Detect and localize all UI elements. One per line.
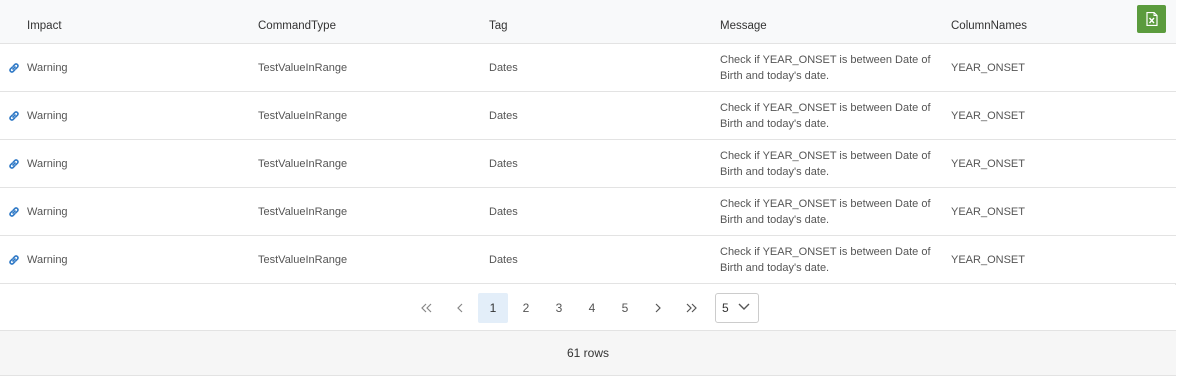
cell-tag: Dates [489, 254, 518, 266]
cell-message: Check if YEAR_ONSET is between Date of B… [720, 54, 931, 82]
header-impact[interactable]: Impact [27, 0, 62, 44]
grid-footer: 61 rows [0, 331, 1176, 376]
cell-column-names: YEAR_ONSET [951, 62, 1025, 74]
link-icon[interactable] [7, 157, 21, 171]
table-row: Warning TestValueInRange Dates Check if YEA… [0, 236, 1176, 284]
pagination-bar: 1 2 3 4 5 5 [0, 285, 1176, 331]
cell-impact: Warning [27, 254, 68, 266]
page-button-4[interactable]: 4 [577, 293, 607, 323]
cell-impact: Warning [27, 110, 68, 122]
cell-message: Check if YEAR_ONSET is between Date of B… [720, 198, 931, 226]
cell-impact: Warning [27, 206, 68, 218]
cell-tag: Dates [489, 158, 518, 170]
cell-column-names: YEAR_ONSET [951, 158, 1025, 170]
header-column-names[interactable]: ColumnNames [951, 0, 1027, 44]
link-icon[interactable] [7, 109, 21, 123]
table-row: Warning TestValueInRange Dates Check if YEA… [0, 44, 1176, 92]
table-row: Warning TestValueInRange Dates Check if YEA… [0, 188, 1176, 236]
cell-column-names: YEAR_ONSET [951, 110, 1025, 122]
cell-message: Check if YEAR_ONSET is between Date of B… [720, 102, 931, 130]
page-button-5[interactable]: 5 [610, 293, 640, 323]
header-tag[interactable]: Tag [489, 0, 508, 44]
cell-message: Check if YEAR_ONSET is between Date of B… [720, 150, 931, 178]
data-grid: Impact CommandType Tag Message ColumnNam… [0, 0, 1176, 376]
header-command-type[interactable]: CommandType [258, 0, 336, 44]
link-icon[interactable] [7, 253, 21, 267]
cell-tag: Dates [489, 110, 518, 122]
double-chevron-left-icon [421, 303, 432, 313]
cell-impact: Warning [27, 158, 68, 170]
cell-command-type: TestValueInRange [258, 254, 348, 266]
page-button-3[interactable]: 3 [544, 293, 574, 323]
page-size-value: 5 [722, 301, 729, 315]
last-page-button[interactable] [676, 293, 706, 323]
cell-command-type: TestValueInRange [258, 110, 348, 122]
page-size-select[interactable]: 5 [715, 293, 759, 323]
cell-column-names: YEAR_ONSET [951, 206, 1025, 218]
chevron-right-icon [655, 303, 661, 313]
excel-export-icon [1145, 12, 1158, 26]
chevron-left-icon [457, 303, 463, 313]
link-icon[interactable] [7, 205, 21, 219]
cell-message: Check if YEAR_ONSET is between Date of B… [720, 246, 931, 274]
cell-command-type: TestValueInRange [258, 62, 348, 74]
header-message[interactable]: Message [720, 0, 767, 44]
double-chevron-right-icon [686, 303, 697, 313]
chevron-down-icon [738, 303, 750, 310]
next-page-button[interactable] [643, 293, 673, 323]
cell-command-type: TestValueInRange [258, 158, 348, 170]
prev-page-button[interactable] [445, 293, 475, 323]
link-icon[interactable] [7, 61, 21, 75]
page-button-1[interactable]: 1 [478, 293, 508, 323]
row-count: 61 rows [566, 346, 610, 360]
cell-column-names: YEAR_ONSET [951, 254, 1025, 266]
cell-command-type: TestValueInRange [258, 206, 348, 218]
table-row: Warning TestValueInRange Dates Check if YEA… [0, 140, 1176, 188]
cell-tag: Dates [489, 62, 518, 74]
page-button-2[interactable]: 2 [511, 293, 541, 323]
table-row: Warning TestValueInRange Dates Check if YEA… [0, 92, 1176, 140]
first-page-button[interactable] [412, 293, 442, 323]
cell-impact: Warning [27, 62, 68, 74]
export-excel-button[interactable] [1137, 5, 1166, 33]
grid-header: Impact CommandType Tag Message ColumnNam… [0, 0, 1176, 44]
cell-tag: Dates [489, 206, 518, 218]
